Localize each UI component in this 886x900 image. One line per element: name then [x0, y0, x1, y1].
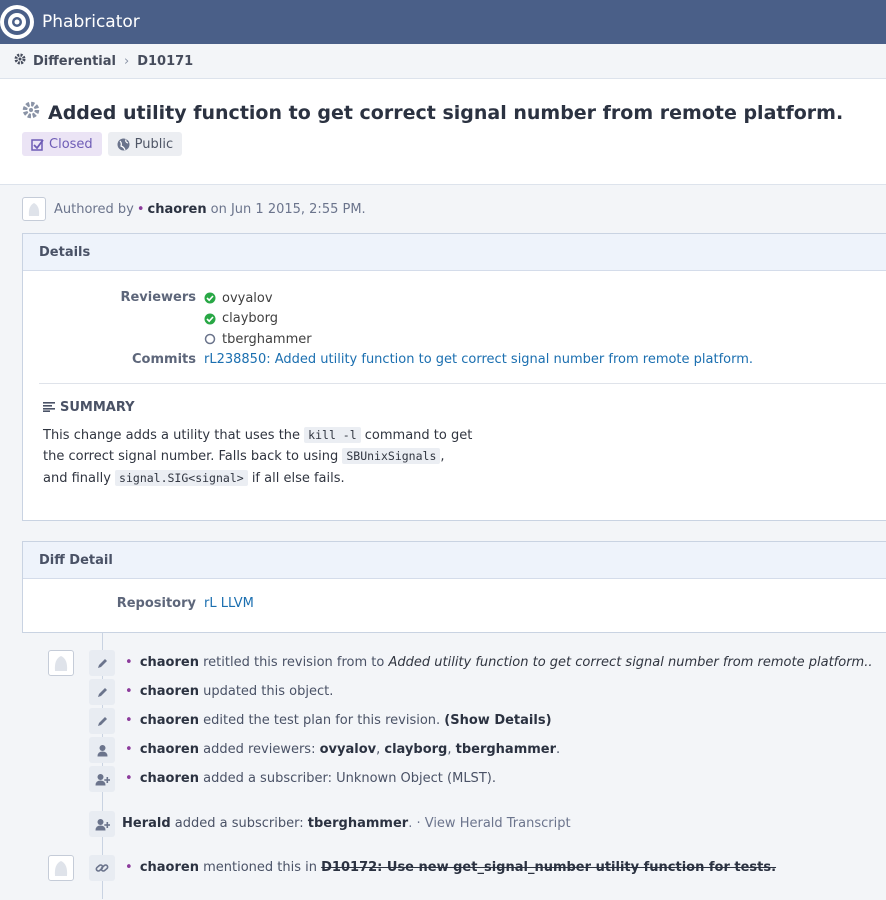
commit-link[interactable]: rL238850: Added utility function to get … — [204, 352, 753, 367]
user-link[interactable]: chaoren — [140, 860, 199, 875]
reviewer-link[interactable]: clayborg — [222, 311, 278, 326]
details-heading: Details — [23, 234, 886, 271]
show-details-link[interactable]: (Show Details) — [444, 713, 551, 728]
pencil-icon — [89, 679, 115, 705]
commits-label: Commits — [132, 351, 196, 367]
check-circle-icon — [204, 292, 220, 304]
breadcrumb-current[interactable]: D10171 — [137, 54, 193, 69]
code-snippet: SBUnixSignals — [342, 448, 441, 464]
authored-prefix: Authored by — [54, 201, 134, 217]
status-label: Closed — [49, 136, 93, 152]
user-link[interactable]: chaoren — [140, 684, 199, 699]
reviewer-item: tberghammer — [204, 329, 312, 350]
user-plus-icon — [89, 811, 115, 837]
avatar[interactable] — [22, 197, 46, 221]
chevron-right-icon: › — [123, 53, 130, 69]
diff-detail-heading: Diff Detail — [23, 542, 886, 579]
code-snippet: kill -l — [304, 426, 361, 443]
timeline-event: • chaoren retitled this revision from to… — [125, 655, 873, 670]
timeline-event: Herald added a subscriber: tberghammer. … — [122, 816, 571, 831]
timeline: • chaoren retitled this revision from to… — [0, 633, 886, 899]
page-title: Added utility function to get correct si… — [48, 101, 844, 124]
avatar[interactable] — [48, 650, 74, 676]
authored-line: Authored by • chaoren on Jun 1 2015, 2:5… — [0, 185, 886, 233]
app-name[interactable]: Phabricator — [42, 12, 140, 32]
code-snippet: signal.SIG<signal> — [115, 469, 248, 486]
pencil-icon — [89, 708, 115, 734]
gear-icon — [14, 53, 26, 69]
reviewers-label: Reviewers — [120, 290, 196, 305]
timeline-event: • chaoren edited the test plan for this … — [125, 713, 552, 728]
visibility-label: Public — [134, 136, 174, 152]
user-link[interactable]: ovyalov — [320, 742, 377, 757]
user-dot: • — [136, 201, 145, 217]
details-box: Details Reviewers ovyalov clayborg tberg… — [22, 233, 886, 521]
reviewer-link[interactable]: ovyalov — [222, 291, 273, 306]
user-link[interactable]: tberghammer — [308, 816, 408, 831]
top-bar: Phabricator — [0, 0, 886, 44]
user-link[interactable]: chaoren — [140, 742, 199, 757]
user-link[interactable]: Herald — [122, 816, 171, 831]
authored-date: on Jun 1 2015, 2:55 PM. — [210, 201, 366, 217]
user-link[interactable]: chaoren — [140, 655, 199, 670]
author-link[interactable]: chaoren — [147, 202, 206, 217]
reviewers-list: ovyalov clayborg tberghammer — [204, 288, 312, 350]
reviewer-item: ovyalov — [204, 288, 312, 309]
globe-icon — [117, 138, 130, 151]
status-badge: Closed — [22, 132, 102, 156]
user-link[interactable]: clayborg — [384, 742, 447, 757]
pencil-icon — [89, 650, 115, 676]
breadcrumb-app-link[interactable]: Differential — [33, 54, 116, 69]
avatar[interactable] — [48, 855, 74, 881]
user-link[interactable]: tberghammer — [456, 742, 556, 757]
diff-detail-box: Diff Detail Repository rL LLVM — [22, 541, 886, 633]
empty-circle-icon — [204, 333, 220, 345]
link-icon — [89, 855, 115, 881]
timeline-event: • chaoren updated this object. — [125, 684, 334, 699]
checkbox-icon — [31, 138, 44, 151]
user-icon — [89, 737, 115, 763]
repository-label: Repository — [116, 596, 196, 611]
check-circle-icon — [204, 313, 220, 325]
reviewer-item: clayborg — [204, 309, 312, 330]
visibility-badge: Public — [107, 132, 183, 156]
timeline-event: • chaoren added a subscriber: Unknown Ob… — [125, 771, 496, 786]
user-plus-icon — [89, 766, 115, 792]
text-align-icon — [43, 402, 55, 412]
reviewer-link[interactable]: tberghammer — [222, 332, 312, 347]
timeline-event: • chaoren mentioned this in D10172: Use … — [125, 860, 777, 875]
timeline-event: • chaoren added reviewers: ovyalov, clay… — [125, 742, 561, 757]
summary-text: This change adds a utility that uses the… — [43, 426, 473, 486]
revision-header: Added utility function to get correct si… — [0, 79, 886, 185]
user-link[interactable]: chaoren — [140, 713, 199, 728]
phabricator-logo-icon[interactable] — [0, 5, 34, 39]
revision-link[interactable]: D10172: Use new get_signal_number utilit… — [321, 860, 776, 875]
repository-link[interactable]: rL LLVM — [204, 596, 254, 611]
breadcrumb: Differential › D10171 — [0, 44, 886, 79]
gear-icon — [22, 101, 40, 124]
summary-heading: SUMMARY — [60, 399, 135, 415]
user-link[interactable]: chaoren — [140, 771, 199, 786]
herald-transcript-link[interactable]: . · View Herald Transcript — [408, 816, 570, 831]
